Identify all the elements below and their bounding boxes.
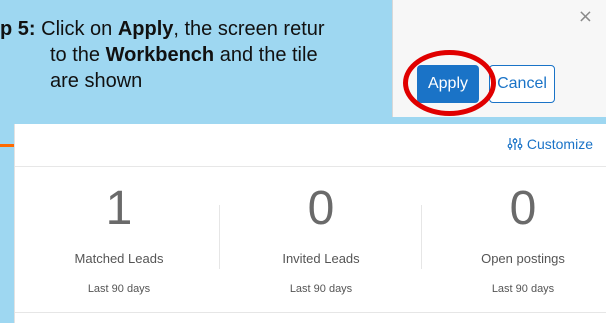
tile-divider [219,205,220,269]
step-prefix: p 5: [0,18,36,40]
tile-value: 0 [509,182,537,235]
instruction-text-part: , the screen retur [173,18,325,40]
close-icon[interactable]: × [578,6,593,27]
tile-period: Last 90 days [491,283,555,295]
tile-period: Last 90 days [289,283,353,295]
instruction-text-part: and the tile [214,44,318,66]
tile-label: Open postings [481,251,565,266]
customize-link[interactable]: Customize [507,136,593,152]
tile-invited-leads[interactable]: 0 Invited Leads Last 90 days [221,167,421,300]
workbench-header: Customize [15,124,606,167]
tile-value: 0 [307,182,335,235]
customize-dialog: × Apply Cancel [392,0,606,117]
instruction-text-part: Click on [35,18,118,40]
tile-value: 1 [105,182,133,235]
kpi-tiles: 1 Matched Leads Last 90 days 0 Invited L… [15,167,606,300]
instruction-line-1: p 5: Click on Apply, the screen retur [0,15,325,43]
orange-accent-bar [0,144,14,147]
tile-matched-leads[interactable]: 1 Matched Leads Last 90 days [19,167,219,300]
instruction-text-part: to the [50,44,106,66]
instruction-bold-workbench: Workbench [105,44,215,66]
workbench-panel: Customize 1 Matched Leads Last 90 days 0… [14,124,606,323]
apply-button[interactable]: Apply [417,65,479,103]
tile-divider [421,205,422,269]
sliders-icon [507,138,523,150]
cancel-button[interactable]: Cancel [489,65,555,103]
tile-open-postings[interactable]: 0 Open postings Last 90 days [423,167,606,300]
tile-label: Invited Leads [282,251,360,266]
tiles-bottom-divider [15,312,606,313]
customize-label: Customize [526,136,593,152]
tile-period: Last 90 days [87,283,151,295]
instruction-line-2: to the Workbench and the tile [50,41,318,69]
instruction-bold-apply: Apply [117,18,174,40]
tile-label: Matched Leads [74,251,164,266]
instruction-line-3: are shown [50,70,143,92]
